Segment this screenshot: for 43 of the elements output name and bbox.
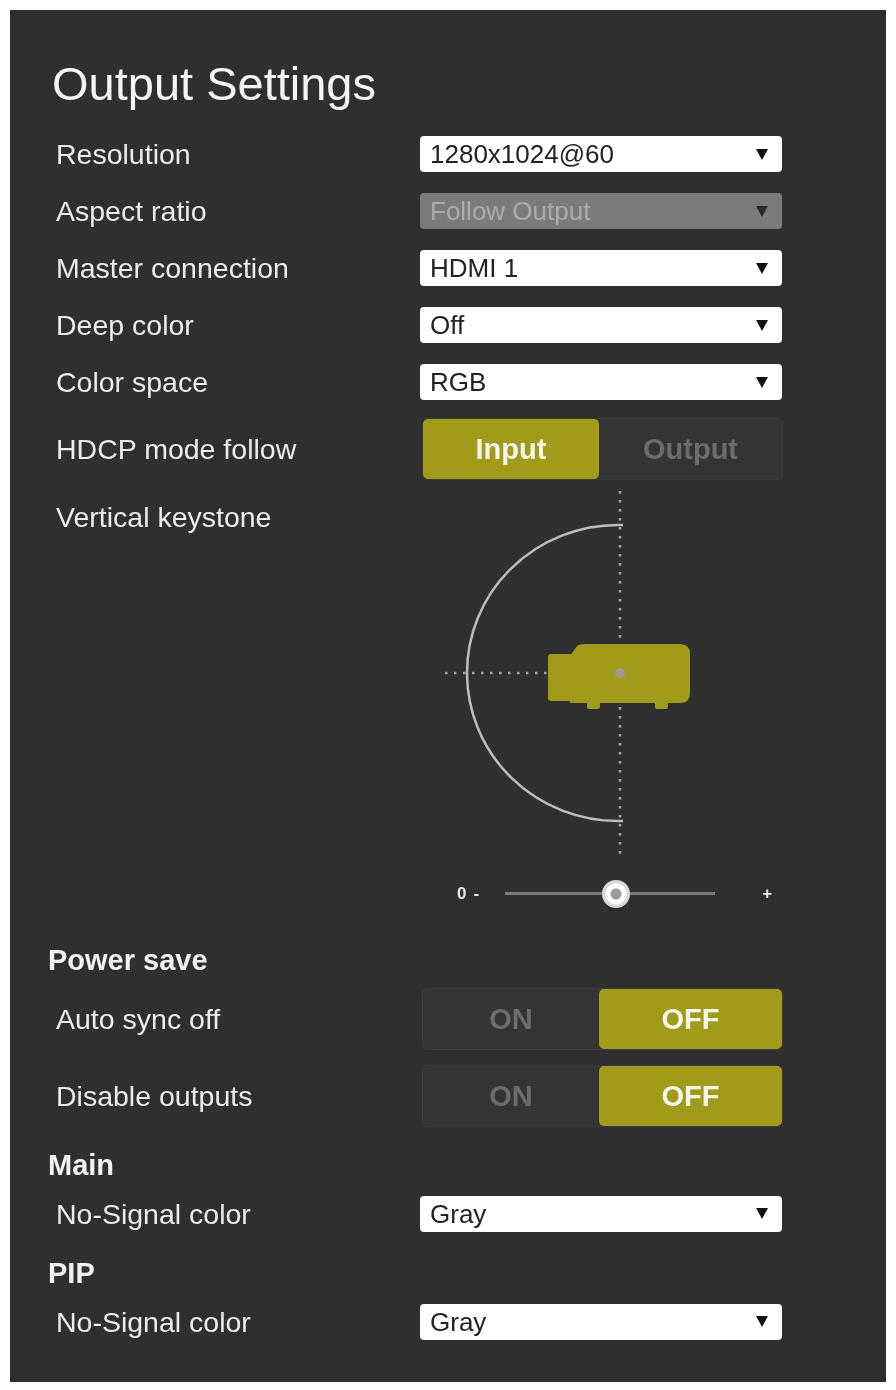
segmented-control[interactable]: ON OFF bbox=[422, 987, 783, 1050]
pivot-point-icon bbox=[615, 667, 625, 678]
setting-label: Color space bbox=[56, 365, 209, 399]
dropdown[interactable]: 1280x1024@60 bbox=[420, 136, 782, 172]
increment-button[interactable]: + bbox=[762, 883, 773, 904]
caret-icon bbox=[756, 319, 768, 331]
dropdown[interactable]: Gray bbox=[420, 1303, 782, 1340]
slider-thumb[interactable] bbox=[602, 879, 631, 908]
caret-icon bbox=[756, 376, 768, 388]
caret-icon bbox=[756, 262, 768, 274]
setting-label: Auto sync off bbox=[56, 1001, 221, 1036]
segment-button[interactable]: OFF bbox=[599, 1065, 782, 1126]
setting-label: No-Signal color bbox=[56, 1304, 251, 1339]
slider-value: 0 bbox=[457, 883, 467, 904]
dropdown[interactable]: Off bbox=[420, 307, 782, 343]
setting-label: Vertical keystone bbox=[56, 500, 272, 534]
segmented-control[interactable]: ON OFF bbox=[422, 1064, 783, 1127]
panel-title: Output Settings bbox=[52, 59, 376, 109]
section-heading: PIP bbox=[48, 1258, 95, 1288]
section-heading: Main bbox=[48, 1150, 115, 1180]
caret-icon bbox=[756, 1316, 768, 1327]
setting-label: Master connection bbox=[56, 251, 289, 285]
setting-label: Resolution bbox=[56, 137, 191, 171]
segment-button[interactable]: Output bbox=[599, 419, 782, 479]
segment-button[interactable]: ON bbox=[423, 988, 599, 1049]
segment-button[interactable]: OFF bbox=[599, 988, 782, 1049]
dropdown[interactable]: RGB bbox=[420, 364, 782, 400]
setting-label: Aspect ratio bbox=[56, 194, 207, 228]
caret-icon bbox=[756, 1208, 768, 1219]
segment-button[interactable]: ON bbox=[423, 1065, 599, 1126]
dropdown[interactable]: Gray bbox=[420, 1195, 782, 1232]
setting-label: Disable outputs bbox=[56, 1078, 253, 1113]
setting-label: HDCP mode follow bbox=[56, 432, 297, 466]
segment-button[interactable]: Input bbox=[423, 419, 599, 479]
decrement-button[interactable]: - bbox=[473, 883, 480, 904]
section-heading: Power save bbox=[48, 945, 208, 975]
projector-icon bbox=[548, 643, 690, 709]
caret-icon bbox=[756, 148, 768, 160]
setting-label: Deep color bbox=[56, 308, 194, 342]
dropdown[interactable]: HDMI 1 bbox=[420, 250, 782, 286]
setting-label: No-Signal color bbox=[56, 1196, 251, 1231]
caret-icon bbox=[756, 205, 768, 217]
segmented-control[interactable]: Input Output bbox=[422, 418, 783, 480]
